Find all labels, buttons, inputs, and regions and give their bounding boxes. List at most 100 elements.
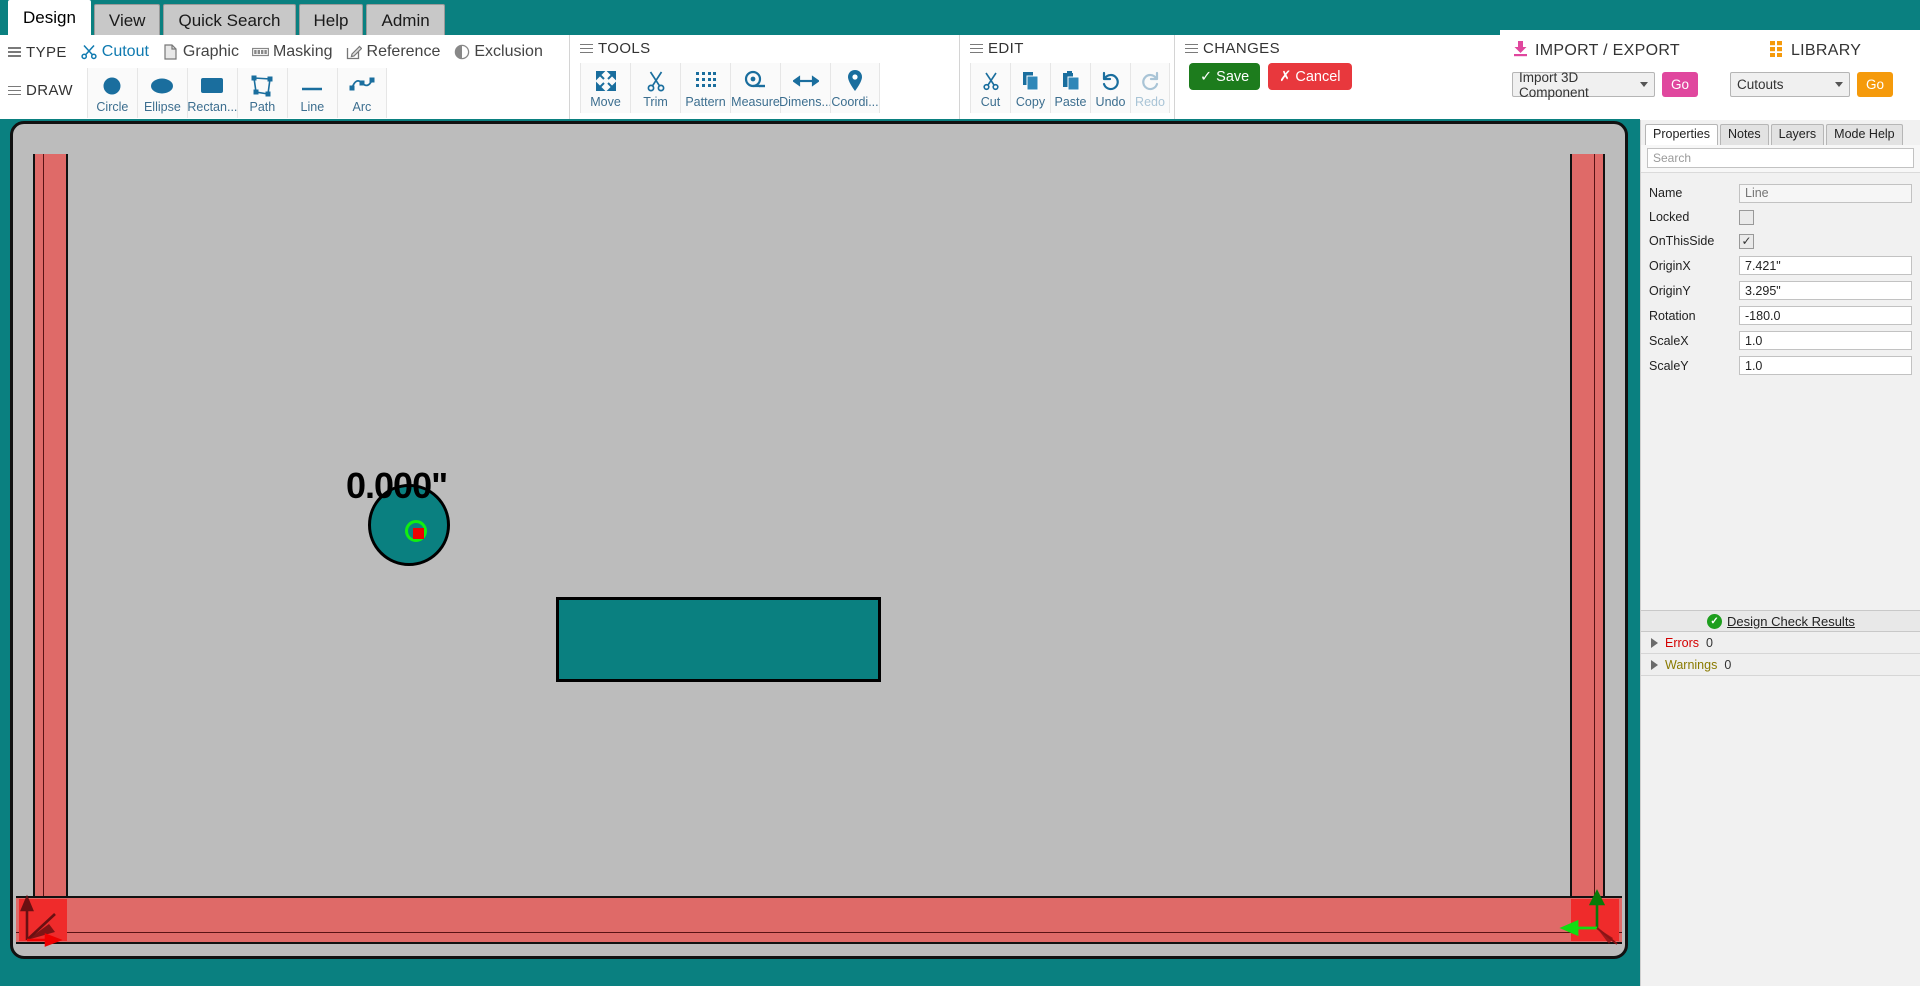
edit-button-undo-label: Undo xyxy=(1095,94,1126,109)
tools-group-label: TOOLS xyxy=(570,40,959,57)
scalex-field[interactable] xyxy=(1739,331,1912,350)
property-row-name: Name xyxy=(1641,181,1920,205)
errors-count: 0 xyxy=(1706,635,1713,650)
tools-hamburger-icon[interactable] xyxy=(580,43,593,54)
changes-group-label: CHANGES xyxy=(1175,40,1338,57)
path-icon xyxy=(251,73,273,99)
property-label-originy: OriginY xyxy=(1649,283,1691,298)
onthisside-checkbox[interactable]: ✓ xyxy=(1739,233,1754,249)
draw-button-path[interactable]: Path xyxy=(236,68,287,118)
property-row-scalex: ScaleX xyxy=(1641,328,1920,353)
property-label-originx: OriginX xyxy=(1649,258,1691,273)
ribbon-section-edit: EDIT Cut Copy Paste Undo Redo xyxy=(960,35,1175,119)
green-check-icon: ✓ xyxy=(1707,613,1723,629)
name-field[interactable] xyxy=(1739,183,1912,203)
type-item-cutout[interactable]: Cutout xyxy=(81,43,149,61)
bottom-edge-band xyxy=(16,896,1622,944)
warnings-row[interactable]: Warnings 0 xyxy=(1641,654,1920,676)
draw-button-line[interactable]: Line xyxy=(286,68,337,118)
draw-button-rectangle[interactable]: Rectan... xyxy=(186,68,237,118)
design-check-results-link[interactable]: Design Check Results xyxy=(1727,614,1855,629)
type-group-label-text: TYPE xyxy=(26,43,67,61)
redo-icon xyxy=(1140,68,1160,94)
menu-hamburger-icon[interactable] xyxy=(8,47,21,57)
search-input[interactable] xyxy=(1647,148,1914,168)
property-label-rotation: Rotation xyxy=(1649,308,1696,323)
library-select[interactable]: Cutouts xyxy=(1730,72,1850,97)
originx-field[interactable] xyxy=(1739,256,1912,275)
right-edge-band-line xyxy=(1594,154,1595,921)
tab-properties[interactable]: Properties xyxy=(1645,124,1718,145)
errors-row[interactable]: Errors 0 xyxy=(1641,632,1920,654)
tab-quick-search[interactable]: Quick Search xyxy=(163,4,296,35)
edit-button-undo[interactable]: Undo xyxy=(1090,63,1130,113)
tab-mode-help[interactable]: Mode Help xyxy=(1826,124,1903,145)
origin-axis-indicator-left xyxy=(20,894,63,947)
dimension-arrow-icon xyxy=(792,68,819,94)
type-item-reference[interactable]: Reference xyxy=(346,43,441,61)
line-icon xyxy=(299,73,325,99)
move-icon xyxy=(595,68,617,94)
draw-row: DRAW Circle Ellipse Rectan... Path Line … xyxy=(8,68,387,118)
tab-notes[interactable]: Notes xyxy=(1719,124,1769,145)
edit-button-cut[interactable]: Cut xyxy=(970,63,1010,113)
type-row: TYPE Cutout Graphic Masking Reference Ex… xyxy=(8,40,556,64)
library-title-text: LIBRARY xyxy=(1790,42,1862,59)
scaley-field[interactable] xyxy=(1739,356,1912,375)
type-item-exclusion[interactable]: Exclusion xyxy=(453,43,543,61)
tab-layers[interactable]: Layers xyxy=(1770,124,1825,145)
draw-button-arc[interactable]: Arc xyxy=(336,68,387,118)
rectangle-icon xyxy=(200,73,224,99)
edit-button-copy[interactable]: Copy xyxy=(1010,63,1050,113)
tools-button-coordinate[interactable]: Coordi... xyxy=(830,63,880,113)
edit-button-paste[interactable]: Paste xyxy=(1050,63,1090,113)
tools-button-measure[interactable]: Measure xyxy=(730,63,780,113)
type-item-cutout-label: Cutout xyxy=(101,43,149,60)
changes-group-label-text: CHANGES xyxy=(1203,40,1280,57)
edit-hamburger-icon[interactable] xyxy=(970,43,983,54)
type-item-graphic[interactable]: Graphic xyxy=(162,43,239,61)
type-item-masking[interactable]: Masking xyxy=(251,43,333,61)
rotation-field[interactable] xyxy=(1739,306,1912,325)
edit-group-label: EDIT xyxy=(960,40,1174,57)
undo-icon xyxy=(1101,68,1121,94)
property-row-locked: Locked xyxy=(1641,205,1920,229)
changes-buttons: ✓ Save ✗ Cancel xyxy=(1175,63,1352,90)
expand-triangle-icon xyxy=(1651,637,1658,648)
tools-button-trim[interactable]: Trim xyxy=(630,63,680,113)
design-canvas[interactable]: 0.000" xyxy=(0,119,1640,986)
library-go-button[interactable]: Go xyxy=(1857,72,1893,97)
properties-list: Name Locked OnThisSide ✓ OriginX OriginY… xyxy=(1641,173,1920,378)
import-3d-component-select[interactable]: Import 3D Component xyxy=(1512,70,1655,100)
originy-field[interactable] xyxy=(1739,281,1912,300)
save-button[interactable]: ✓ Save xyxy=(1189,63,1261,90)
properties-panel: Properties Notes Layers Mode Help Name L… xyxy=(1640,120,1920,986)
import-export-title: IMPORT / EXPORT xyxy=(1512,40,1680,62)
map-pin-icon xyxy=(846,68,864,94)
cancel-button-label: Cancel xyxy=(1295,68,1341,85)
import-go-button[interactable]: Go xyxy=(1662,72,1698,97)
tab-admin[interactable]: Admin xyxy=(366,4,445,35)
draw-hamburger-icon[interactable] xyxy=(8,85,21,96)
changes-hamburger-icon[interactable] xyxy=(1185,43,1198,54)
tab-help[interactable]: Help xyxy=(298,4,364,35)
tab-design[interactable]: Design xyxy=(8,0,91,35)
design-sheet[interactable]: 0.000" xyxy=(10,121,1628,959)
draw-button-circle[interactable]: Circle xyxy=(86,68,137,118)
draw-button-ellipse[interactable]: Ellipse xyxy=(136,68,187,118)
tools-button-dimension[interactable]: Dimens... xyxy=(779,63,832,113)
axis-indicator-right xyxy=(1559,889,1618,945)
property-label-name: Name xyxy=(1649,186,1683,200)
design-check-results: ✓ Design Check Results Errors 0 Warnings… xyxy=(1641,610,1920,676)
library-title: LIBRARY xyxy=(1769,40,1862,62)
tools-button-pattern[interactable]: Pattern xyxy=(680,63,730,113)
edit-button-redo[interactable]: Redo xyxy=(1130,63,1170,113)
tab-view[interactable]: View xyxy=(93,4,161,35)
locked-checkbox[interactable] xyxy=(1739,209,1754,225)
copy-icon xyxy=(1022,68,1040,94)
tools-button-move[interactable]: Move xyxy=(580,63,630,113)
type-group-label: TYPE xyxy=(8,44,67,61)
cancel-button[interactable]: ✗ Cancel xyxy=(1268,63,1352,90)
shape-rectangle-cutout[interactable] xyxy=(556,597,881,682)
type-item-reference-label: Reference xyxy=(366,43,441,60)
